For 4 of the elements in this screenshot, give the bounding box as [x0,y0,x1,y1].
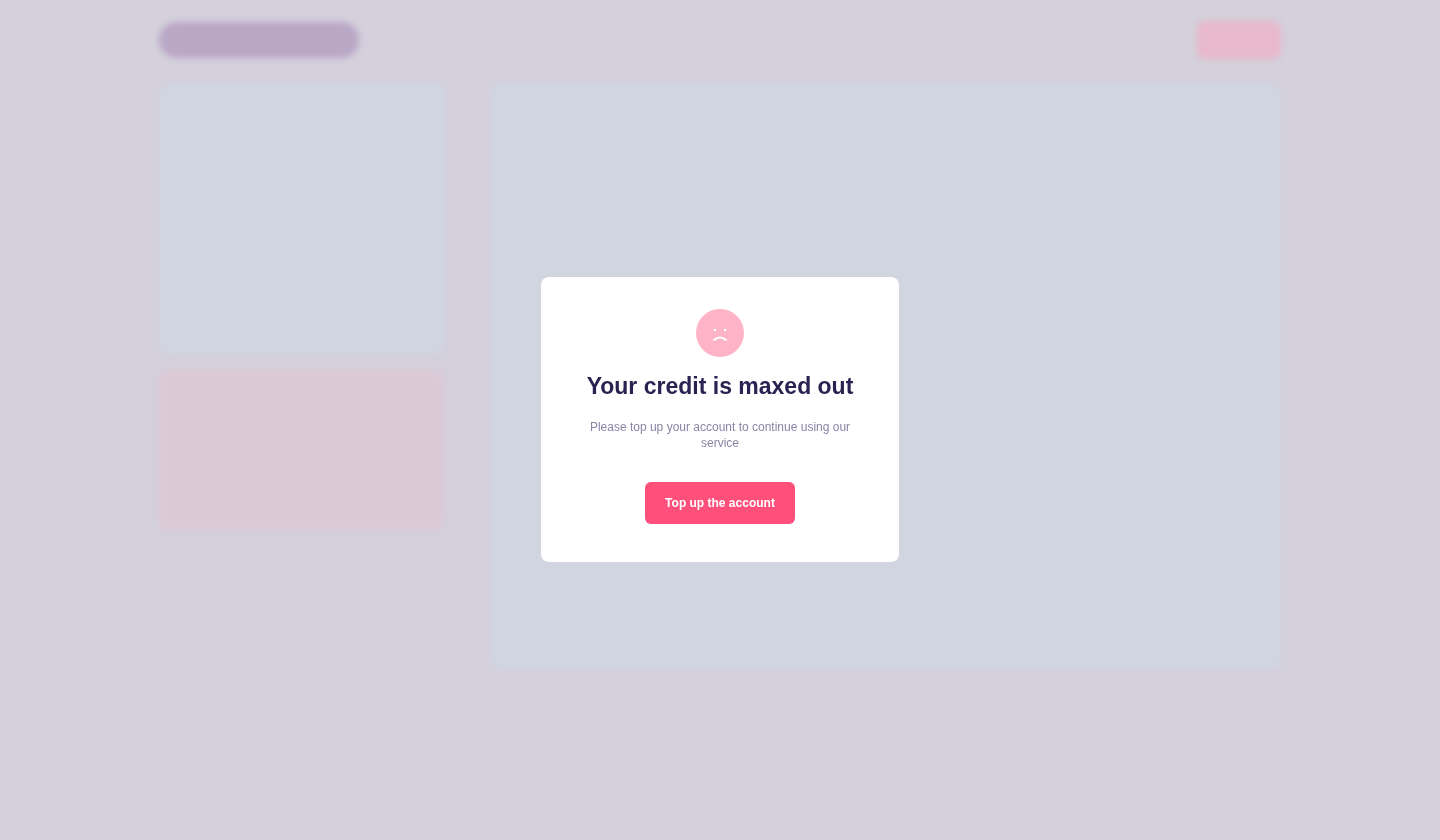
top-up-button[interactable]: Top up the account [645,482,795,525]
modal-message: Please top up your account to continue using our service [588,418,852,453]
sad-face-icon [696,309,744,357]
modal-title: Your credit is maxed out [585,373,855,401]
